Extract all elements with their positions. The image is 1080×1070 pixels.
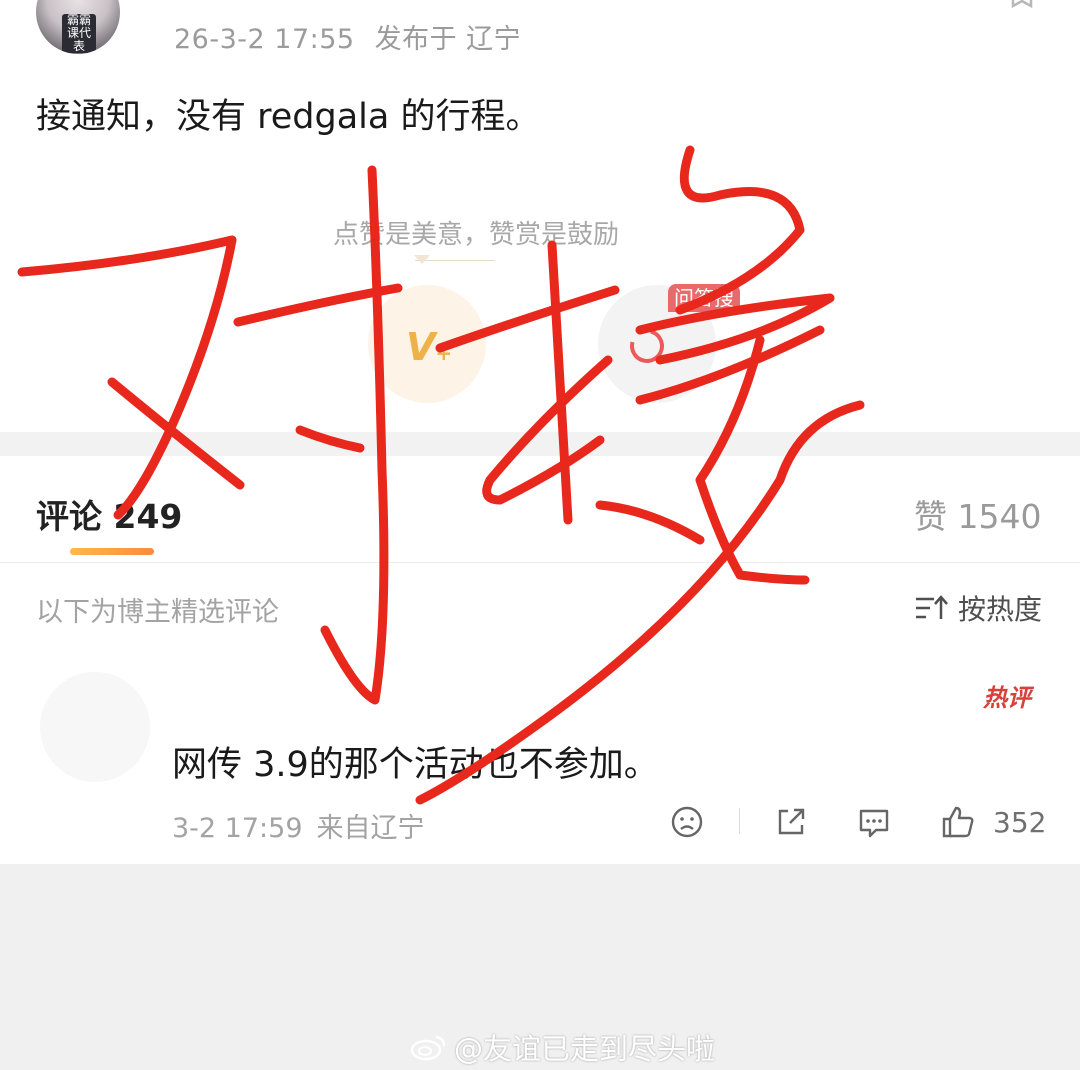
reply-bubble-icon[interactable] <box>857 805 891 839</box>
like-count: 352 <box>993 806 1047 839</box>
curated-comments-note: 以下为博主精选评论 <box>36 597 279 628</box>
vplus-reward-button[interactable]: V+ <box>368 285 486 403</box>
ask-search-icon <box>623 322 671 370</box>
stroke-jie-9 <box>595 500 705 545</box>
vplus-icon: V+ <box>406 325 453 369</box>
comment-time: 3-2 17:59 <box>172 813 303 844</box>
action-separator <box>739 808 740 834</box>
section-separator <box>0 432 1080 456</box>
comment-text: 网传 3.9的那个活动也不参加。 <box>172 745 659 785</box>
hot-comment-badge: 热评 <box>983 684 1031 712</box>
sort-icon <box>916 595 948 619</box>
watermark-text: @友谊已走到尽头啦 <box>454 1032 716 1066</box>
post-location: 发布于 辽宁 <box>374 24 522 55</box>
weibo-watermark: @友谊已走到尽头啦 <box>410 1026 715 1068</box>
post-meta: 26-3-2 17:55 发布于 辽宁 <box>174 17 521 56</box>
sort-by-hot-button[interactable]: 按热度 <box>914 588 1042 628</box>
reward-caption: 点赞是美意，赞赏是鼓励 <box>333 220 620 250</box>
tab-comments[interactable]: 评论 249 <box>36 490 182 538</box>
sort-label: 按热度 <box>958 593 1043 626</box>
bookmark-icon[interactable] <box>1010 0 1034 8</box>
stroke-dui-1 <box>17 235 237 520</box>
thumbs-up-icon[interactable] <box>941 805 975 839</box>
comment-meta: 3-2 17:59 来自辽宁 <box>172 806 425 845</box>
tab-likes[interactable]: 赞 1540 <box>914 490 1041 538</box>
ask-search-badge: 问答搜 <box>668 284 740 312</box>
comment-source: 来自辽宁 <box>316 813 425 844</box>
post-date: 26-3-2 17:55 <box>174 24 355 55</box>
share-icon[interactable] <box>774 805 808 839</box>
reward-caret <box>414 255 430 264</box>
active-tab-indicator <box>70 548 154 555</box>
weibo-logo-icon <box>410 1035 446 1061</box>
author-avatar[interactable]: 霸霸 课代表 <box>36 0 120 54</box>
stroke-jie-2 <box>547 240 573 525</box>
stroke-jie-3 <box>482 355 613 505</box>
stroke-jie-7 <box>695 335 810 585</box>
tabs-divider <box>0 562 1080 563</box>
avatar-tag: 霸霸 课代表 <box>62 14 96 53</box>
commenter-avatar[interactable] <box>40 672 150 782</box>
dislike-face-icon[interactable] <box>670 805 704 839</box>
post-text: 接通知，没有 redgala 的行程。 <box>36 97 541 137</box>
